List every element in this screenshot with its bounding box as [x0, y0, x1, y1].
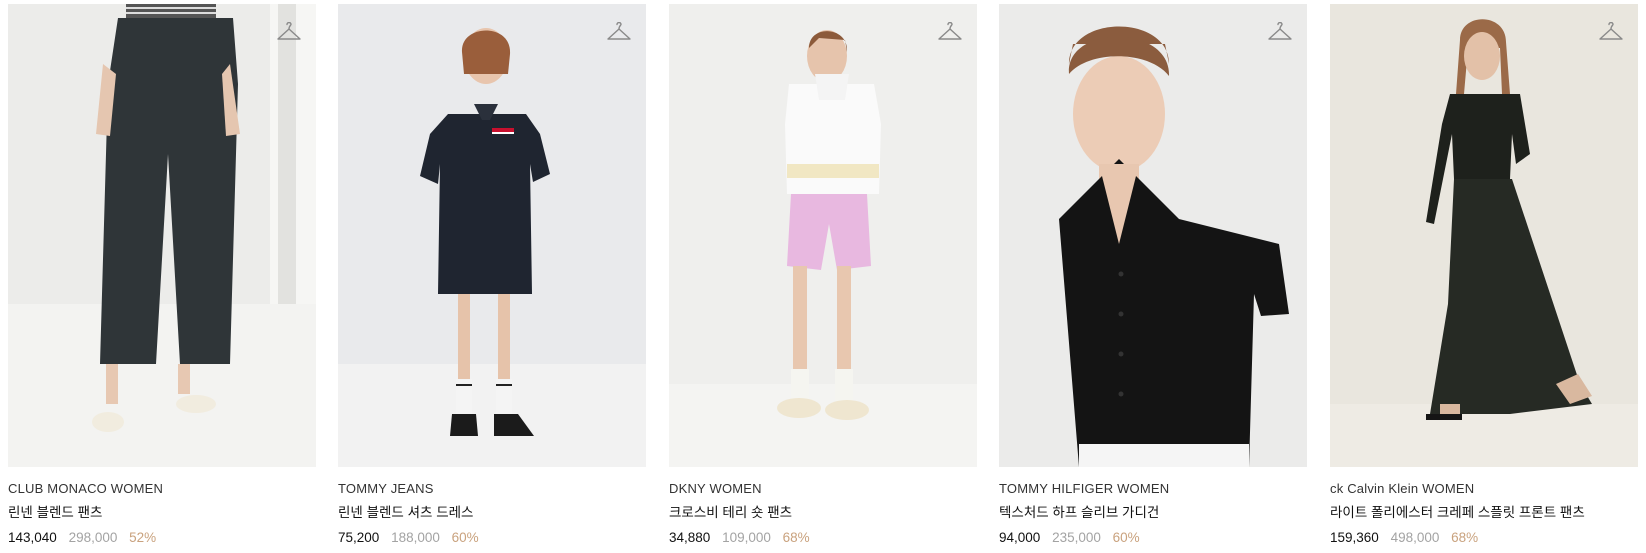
product-photo: [8, 4, 316, 467]
product-image[interactable]: [8, 4, 316, 467]
product-image[interactable]: [338, 4, 646, 467]
discount-rate: 52%: [129, 530, 157, 545]
discount-rate: 68%: [782, 530, 810, 545]
product-card[interactable]: ck Calvin Klein WOMEN 라이트 폴리에스터 크레페 스플릿 …: [1330, 4, 1638, 546]
product-photo: [1330, 4, 1638, 467]
product-image[interactable]: [669, 4, 977, 467]
product-brand[interactable]: TOMMY HILFIGER WOMEN: [999, 481, 1307, 497]
original-price: 498,000: [1390, 530, 1440, 545]
price-row: 143,040 298,000 52%: [8, 530, 316, 546]
discount-rate: 60%: [451, 530, 479, 545]
product-name[interactable]: 텍스처드 하프 슬리브 가디건: [999, 505, 1307, 521]
product-brand[interactable]: ck Calvin Klein WOMEN: [1330, 481, 1638, 497]
hanger-icon[interactable]: [606, 21, 632, 44]
product-name[interactable]: 린넨 블렌드 셔츠 드레스: [338, 505, 646, 521]
product-brand[interactable]: CLUB MONACO WOMEN: [8, 481, 316, 497]
product-card[interactable]: CLUB MONACO WOMEN 린넨 블렌드 팬츠 143,040 298,…: [8, 4, 316, 546]
product-card[interactable]: DKNY WOMEN 크로스비 테리 숏 팬츠 34,880 109,000 6…: [669, 4, 977, 546]
hanger-icon[interactable]: [1598, 21, 1624, 44]
sale-price: 94,000: [999, 530, 1041, 545]
hanger-icon[interactable]: [937, 21, 963, 44]
price-row: 34,880 109,000 68%: [669, 530, 977, 546]
original-price: 235,000: [1052, 530, 1101, 545]
hanger-icon[interactable]: [1267, 21, 1293, 44]
sale-price: 143,040: [8, 530, 57, 545]
sale-price: 75,200: [338, 530, 380, 545]
product-card[interactable]: TOMMY HILFIGER WOMEN 텍스처드 하프 슬리브 가디건 94,…: [999, 4, 1307, 546]
sale-price: 34,880: [669, 530, 711, 545]
product-grid: CLUB MONACO WOMEN 린넨 블렌드 팬츠 143,040 298,…: [0, 0, 1646, 553]
product-photo: [999, 4, 1307, 467]
product-image[interactable]: [1330, 4, 1638, 467]
original-price: 109,000: [722, 530, 771, 545]
sale-price: 159,360: [1330, 530, 1379, 545]
discount-rate: 60%: [1112, 530, 1140, 545]
product-name[interactable]: 크로스비 테리 숏 팬츠: [669, 505, 977, 521]
product-image[interactable]: [999, 4, 1307, 467]
product-photo: [338, 4, 646, 467]
price-row: 94,000 235,000 60%: [999, 530, 1307, 546]
original-price: 188,000: [391, 530, 440, 545]
product-brand[interactable]: DKNY WOMEN: [669, 481, 977, 497]
product-photo: [669, 4, 977, 467]
hanger-icon[interactable]: [276, 21, 302, 44]
product-card[interactable]: TOMMY JEANS 린넨 블렌드 셔츠 드레스 75,200 188,000…: [338, 4, 646, 546]
price-row: 75,200 188,000 60%: [338, 530, 646, 546]
discount-rate: 68%: [1451, 530, 1479, 545]
product-brand[interactable]: TOMMY JEANS: [338, 481, 646, 497]
price-row: 159,360 498,000 68%: [1330, 530, 1638, 546]
product-name[interactable]: 린넨 블렌드 팬츠: [8, 505, 316, 521]
product-name[interactable]: 라이트 폴리에스터 크레페 스플릿 프론트 팬츠: [1330, 505, 1638, 521]
original-price: 298,000: [68, 530, 118, 545]
